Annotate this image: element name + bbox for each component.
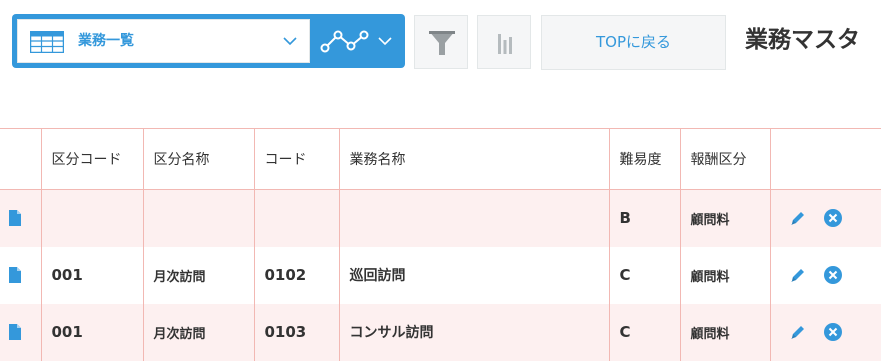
- column-header-detail: [0, 128, 42, 190]
- column-header-actions: [770, 128, 881, 190]
- bar-chart-icon: [498, 34, 512, 54]
- actions-cell: [770, 247, 881, 304]
- category-code-cell: 001: [41, 303, 144, 361]
- actions-cell: [770, 190, 881, 247]
- line-graph-icon: [320, 30, 369, 53]
- graph-select-dropdown[interactable]: [310, 19, 400, 63]
- records-table: 区分コード 区分名称 コード 業務名称 難易度 報酬区分 B 顧問料 001 月…: [0, 128, 881, 361]
- fee-type-cell: 顧問料: [680, 246, 771, 304]
- remove-icon[interactable]: [823, 322, 843, 342]
- document-icon[interactable]: [8, 266, 22, 284]
- filter-icon: [429, 31, 455, 55]
- column-header-difficulty[interactable]: 難易度: [609, 128, 681, 190]
- chart-button[interactable]: [477, 15, 531, 69]
- toolbar: 業務一覧 TOPに戻る 業務マスタ: [0, 0, 881, 80]
- remove-icon[interactable]: [823, 208, 843, 228]
- document-icon[interactable]: [8, 209, 22, 227]
- pencil-icon[interactable]: [789, 323, 807, 341]
- column-header-code[interactable]: コード: [254, 128, 340, 190]
- code-cell: [254, 189, 340, 247]
- document-icon[interactable]: [8, 323, 22, 341]
- column-header-fee-type[interactable]: 報酬区分: [680, 128, 771, 190]
- app-title: 業務マスタ: [745, 27, 860, 53]
- table-header-row: 区分コード 区分名称 コード 業務名称 難易度 報酬区分: [0, 128, 881, 190]
- detail-cell: [0, 189, 42, 247]
- view-select-label: 業務一覧: [78, 33, 134, 49]
- remove-icon[interactable]: [823, 265, 843, 285]
- table-row: 001 月次訪問 0102 巡回訪問 C 顧問料: [0, 246, 881, 304]
- category-name-cell: 月次訪問: [143, 246, 255, 304]
- actions-cell: [770, 304, 881, 361]
- code-cell: 0102: [254, 246, 340, 304]
- fee-type-cell: 顧問料: [680, 303, 771, 361]
- difficulty-cell: C: [609, 303, 681, 361]
- detail-cell: [0, 246, 42, 304]
- table-row: B 顧問料: [0, 189, 881, 247]
- view-select-dropdown[interactable]: 業務一覧: [17, 19, 310, 63]
- column-header-category-name[interactable]: 区分名称: [143, 128, 255, 190]
- chevron-down-icon: [378, 37, 392, 46]
- code-cell: 0103: [254, 303, 340, 361]
- difficulty-cell: C: [609, 246, 681, 304]
- column-header-category-code[interactable]: 区分コード: [41, 128, 144, 190]
- task-name-cell: 巡回訪問: [339, 246, 610, 304]
- category-name-cell: [143, 189, 255, 247]
- task-name-cell: コンサル訪問: [339, 303, 610, 361]
- table-icon: [30, 31, 64, 53]
- table-row: 001 月次訪問 0103 コンサル訪問 C 顧問料: [0, 303, 881, 361]
- detail-cell: [0, 303, 42, 361]
- view-selector: 業務一覧: [12, 14, 405, 68]
- category-code-cell: [41, 189, 144, 247]
- pencil-icon[interactable]: [789, 209, 807, 227]
- difficulty-cell: B: [609, 189, 681, 247]
- chevron-down-icon: [283, 37, 297, 46]
- top-button[interactable]: TOPに戻る: [541, 15, 726, 70]
- category-name-cell: 月次訪問: [143, 303, 255, 361]
- category-code-cell: 001: [41, 246, 144, 304]
- fee-type-cell: 顧問料: [680, 189, 771, 247]
- task-name-cell: [339, 189, 610, 247]
- filter-button[interactable]: [414, 15, 468, 69]
- pencil-icon[interactable]: [789, 266, 807, 284]
- column-header-task-name[interactable]: 業務名称: [339, 128, 610, 190]
